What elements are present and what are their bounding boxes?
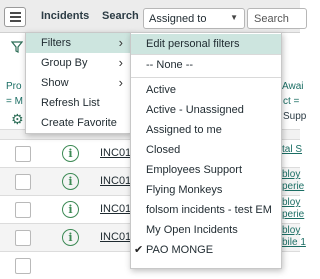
menu-divider	[131, 77, 281, 78]
filter-option[interactable]: Assigned to me	[131, 120, 281, 140]
incident-number[interactable]: INC01	[100, 231, 131, 243]
breadcrumb-fragment[interactable]: Pro	[6, 81, 22, 92]
menu-item-label: Refresh List	[41, 97, 100, 109]
row-cell-fragment[interactable]: perie	[282, 181, 304, 192]
breadcrumb-fragment[interactable]: Awai	[282, 81, 304, 92]
row-checkbox[interactable]	[15, 174, 31, 190]
menu-item-label: Show	[41, 77, 69, 89]
menu-item-label: My Open Incidents	[146, 224, 238, 236]
menu-item-label: folsom incidents - test EM	[146, 204, 272, 216]
menu-item-label: Closed	[146, 144, 181, 156]
chevron-right-icon: ›	[118, 75, 123, 90]
menu-item-none[interactable]: -- None --	[131, 55, 281, 75]
breadcrumb-fragment[interactable]: = M	[6, 96, 23, 107]
info-circle-icon[interactable]: i	[62, 201, 79, 218]
search-field-value: Assigned to	[149, 13, 207, 25]
menu-item-label: Group By	[41, 57, 88, 69]
row-cell-fragment[interactable]: bile 1	[282, 237, 306, 248]
row-checkbox[interactable]	[15, 230, 31, 246]
filter-option[interactable]: folsom incidents - test EM	[131, 200, 281, 220]
menu-item-show[interactable]: Show ›	[26, 73, 130, 93]
filter-option[interactable]: My Open Incidents	[131, 220, 281, 240]
menu-item-label: Active	[146, 84, 176, 96]
filters-submenu: Edit personal filters -- None -- Active …	[130, 32, 282, 269]
caret-down-icon: ▼	[230, 13, 238, 22]
info-circle-icon[interactable]: i	[62, 145, 79, 162]
incident-number[interactable]: INC01	[100, 147, 131, 159]
list-header: Incidents Search Assigned to ▼	[0, 0, 307, 33]
menu-item-label: Create Favorite	[41, 117, 117, 129]
hamburger-icon[interactable]	[4, 7, 26, 27]
checkmark-icon: ✔	[134, 244, 144, 256]
search-field-select[interactable]: Assigned to ▼	[143, 8, 245, 29]
info-circle-icon[interactable]: i	[62, 229, 79, 246]
menu-item-label: Filters	[41, 37, 71, 49]
filter-option[interactable]: Active - Unassigned	[131, 100, 281, 120]
menu-item-edit-personal-filters[interactable]: Edit personal filters	[131, 34, 281, 54]
menu-item-label: Flying Monkeys	[146, 184, 223, 196]
search-label: Search	[102, 10, 139, 22]
filter-option[interactable]: Flying Monkeys	[131, 180, 281, 200]
menu-item-group-by[interactable]: Group By ›	[26, 53, 130, 73]
info-circle-icon[interactable]: i	[62, 173, 79, 190]
funnel-icon[interactable]	[11, 41, 23, 53]
menu-item-create-favorite[interactable]: Create Favorite	[26, 113, 130, 133]
incident-number[interactable]: INC01	[100, 203, 131, 215]
menu-item-label: Assigned to me	[146, 124, 222, 136]
menu-item-filters[interactable]: Filters ›	[26, 33, 130, 53]
menu-item-label: -- None --	[146, 59, 194, 71]
breadcrumb-fragment[interactable]: ct =	[283, 96, 299, 107]
gear-icon[interactable]: ⚙	[11, 111, 24, 128]
menu-item-label: Employees Support	[146, 164, 242, 176]
search-input[interactable]	[247, 8, 307, 29]
filter-option-selected[interactable]: ✔ PAO MONGE	[131, 240, 281, 260]
filter-option[interactable]: Closed	[131, 140, 281, 160]
row-cell-fragment[interactable]: tal S	[282, 144, 302, 155]
row-cell-fragment[interactable]: perie	[282, 209, 304, 220]
list-context-menu: Filters › Group By › Show › Refresh List…	[25, 32, 131, 134]
chevron-right-icon: ›	[118, 55, 123, 70]
menu-item-label: Active - Unassigned	[146, 104, 244, 116]
column-header-fragment: Supp	[283, 111, 307, 122]
row-cell-fragment[interactable]: bloy	[282, 169, 300, 180]
row-checkbox[interactable]	[15, 146, 31, 162]
menu-item-refresh-list[interactable]: Refresh List	[26, 93, 130, 113]
filter-option[interactable]: Employees Support	[131, 160, 281, 180]
chevron-right-icon: ›	[118, 35, 123, 50]
filter-option[interactable]: Active	[131, 80, 281, 100]
row-cell-fragment[interactable]: bloy	[282, 225, 300, 236]
incident-number[interactable]: INC01	[100, 175, 131, 187]
row-checkbox[interactable]	[15, 258, 31, 274]
page-title: Incidents	[41, 10, 90, 22]
row-checkbox[interactable]	[15, 202, 31, 218]
menu-item-label: Edit personal filters	[146, 38, 240, 50]
row-cell-fragment[interactable]: bloy	[282, 197, 300, 208]
menu-item-label: PAO MONGE	[146, 244, 214, 256]
